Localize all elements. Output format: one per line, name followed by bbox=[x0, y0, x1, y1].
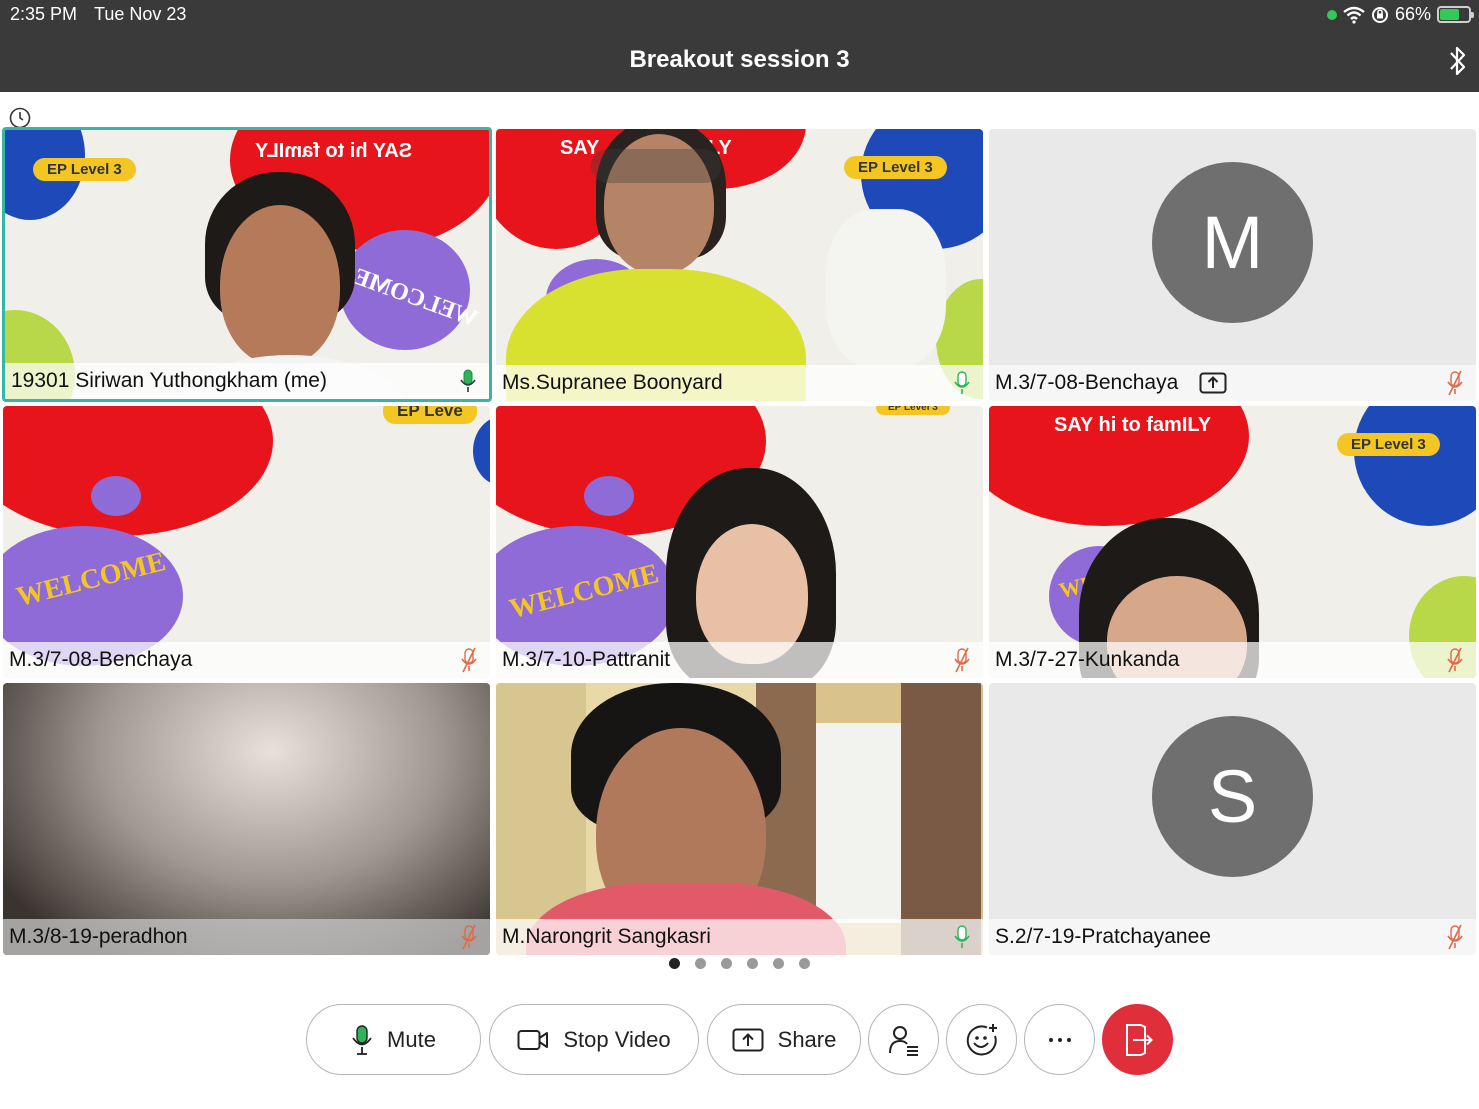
status-indicators: 66% bbox=[1326, 4, 1474, 25]
participant-name-bar: S.2/7-19-Pratchayanee bbox=[989, 919, 1476, 955]
participant-name-bar: 19301 Siriwan Yuthongkham (me) bbox=[5, 363, 489, 399]
participants-button[interactable] bbox=[868, 1004, 939, 1075]
participant-name: M.Narongrit Sangkasri bbox=[502, 925, 711, 948]
page-dot[interactable] bbox=[799, 958, 810, 969]
page-indicator[interactable] bbox=[0, 958, 1479, 969]
video-tile[interactable]: M M.3/7-08-Benchaya bbox=[989, 129, 1476, 401]
participant-name: 19301 Siriwan Yuthongkham (me) bbox=[11, 369, 327, 392]
video-tile[interactable]: SAY hi to famILY EP Level 3 WE M.3/7-27-… bbox=[989, 406, 1476, 678]
participant-name-bar: M.3/7-08-Benchaya bbox=[989, 365, 1476, 401]
ep-level-badge: EP Level 3 bbox=[844, 156, 947, 179]
more-icon bbox=[1048, 1037, 1071, 1042]
video-tile[interactable]: S S.2/7-19-Pratchayanee bbox=[989, 683, 1476, 955]
page-dot[interactable] bbox=[773, 958, 784, 969]
video-camera-icon bbox=[517, 1029, 549, 1050]
participant-name-bar: M.3/7-08-Benchaya bbox=[3, 642, 490, 678]
video-tile[interactable]: M.3/8-19-peradhon bbox=[3, 683, 490, 955]
participant-name: S.2/7-19-Pratchayanee bbox=[995, 925, 1211, 948]
status-time: 2:35 PM bbox=[10, 4, 78, 24]
participant-video: EP Level 3 WELCOME bbox=[496, 406, 983, 678]
ep-level-badge: EP Level 3 bbox=[1337, 433, 1440, 456]
share-button-label: Share bbox=[777, 1026, 837, 1052]
participant-video bbox=[496, 683, 983, 955]
participants-list-icon bbox=[888, 1025, 918, 1056]
mic-muted-icon bbox=[461, 647, 477, 673]
participant-name: M.3/7-27-Kunkanda bbox=[995, 648, 1180, 671]
mute-button[interactable]: Mute bbox=[306, 1004, 481, 1075]
emoji-add-icon bbox=[966, 1023, 997, 1055]
page-dot[interactable] bbox=[695, 958, 706, 969]
participant-video: EP Level 3 SAY hi to famILY WELCOME bbox=[5, 130, 489, 399]
stop-video-button-label: Stop Video bbox=[563, 1026, 671, 1052]
share-button[interactable]: Share bbox=[707, 1004, 861, 1075]
video-tile[interactable]: EP Level 3 SAY hi to famILY WELCOME 1930… bbox=[2, 127, 492, 402]
participant-name-bar: M.3/8-19-peradhon bbox=[3, 919, 490, 955]
bluetooth-icon[interactable] bbox=[1447, 44, 1469, 78]
participant-name: Ms.Supranee Boonyard bbox=[502, 371, 723, 394]
mute-button-label: Mute bbox=[387, 1026, 436, 1052]
background-banner: SAY hi to famILY bbox=[255, 140, 413, 162]
video-tile[interactable]: M.Narongrit Sangkasri bbox=[496, 683, 983, 955]
leave-icon bbox=[1125, 1023, 1153, 1056]
mic-on-icon bbox=[954, 925, 970, 948]
wifi-icon bbox=[1343, 6, 1365, 24]
page-dot[interactable] bbox=[669, 958, 680, 969]
participant-video: SAY hi to famILY EP Level 3 WE bbox=[989, 406, 1476, 678]
participant-name: M.3/7-08-Benchaya bbox=[995, 371, 1179, 394]
participant-name-bar: M.3/7-10-Pattranit bbox=[496, 642, 983, 678]
mic-muted-icon bbox=[1447, 370, 1463, 396]
participant-name-bar: M.Narongrit Sangkasri bbox=[496, 919, 983, 955]
mic-muted-icon bbox=[461, 924, 477, 950]
meeting-header: Breakout session 3 bbox=[0, 30, 1479, 92]
ep-level-badge: EP Level 3 bbox=[876, 406, 950, 415]
camera-in-use-indicator-icon bbox=[1326, 9, 1337, 20]
leave-meeting-button[interactable] bbox=[1102, 1004, 1173, 1075]
participant-video bbox=[3, 683, 490, 955]
share-screen-icon bbox=[1199, 372, 1227, 394]
mic-on-icon bbox=[460, 369, 476, 392]
ep-level-badge: EP Level 3 bbox=[33, 158, 136, 181]
video-tile[interactable]: EP Level 3 WELCOME M.3/7-10-Pattranit bbox=[496, 406, 983, 678]
mic-muted-icon bbox=[1447, 924, 1463, 950]
participant-video: EP Leve WELCOME bbox=[3, 406, 490, 678]
video-tile[interactable]: EP Leve WELCOME M.3/7-08-Benchaya bbox=[3, 406, 490, 678]
mic-muted-icon bbox=[954, 647, 970, 673]
status-date: Tue Nov 23 bbox=[94, 4, 187, 24]
avatar: S bbox=[1152, 716, 1313, 877]
battery-icon bbox=[1437, 6, 1474, 23]
mic-on-icon bbox=[954, 371, 970, 394]
clock-icon[interactable] bbox=[9, 107, 31, 129]
participant-name: M.3/7-08-Benchaya bbox=[9, 648, 193, 671]
status-bar: 2:35 PM Tue Nov 23 66% bbox=[0, 0, 1479, 30]
page-dot[interactable] bbox=[747, 958, 758, 969]
participant-name-bar: M.3/7-27-Kunkanda bbox=[989, 642, 1476, 678]
participant-name: M.3/8-19-peradhon bbox=[9, 925, 188, 948]
stop-video-button[interactable]: Stop Video bbox=[489, 1004, 699, 1075]
participant-name: M.3/7-10-Pattranit bbox=[502, 648, 671, 671]
page-dot[interactable] bbox=[721, 958, 732, 969]
avatar: M bbox=[1152, 162, 1313, 323]
orientation-lock-icon bbox=[1371, 6, 1388, 23]
microphone-icon bbox=[352, 1024, 372, 1055]
reactions-button[interactable] bbox=[946, 1004, 1017, 1075]
participant-video: SAY LY EP Level 3 bbox=[496, 129, 983, 401]
participant-name-bar: Ms.Supranee Boonyard bbox=[496, 365, 983, 401]
page-title: Breakout session 3 bbox=[629, 46, 850, 73]
ep-level-badge: EP Leve bbox=[383, 406, 477, 424]
video-tile[interactable]: SAY LY EP Level 3 Ms.Supranee Boonyard bbox=[496, 129, 983, 401]
battery-percent: 66% bbox=[1394, 4, 1431, 24]
mic-muted-icon bbox=[1447, 647, 1463, 673]
more-options-button[interactable] bbox=[1024, 1004, 1095, 1075]
share-screen-icon bbox=[732, 1028, 764, 1051]
background-banner: SAY hi to famILY bbox=[1054, 414, 1212, 436]
